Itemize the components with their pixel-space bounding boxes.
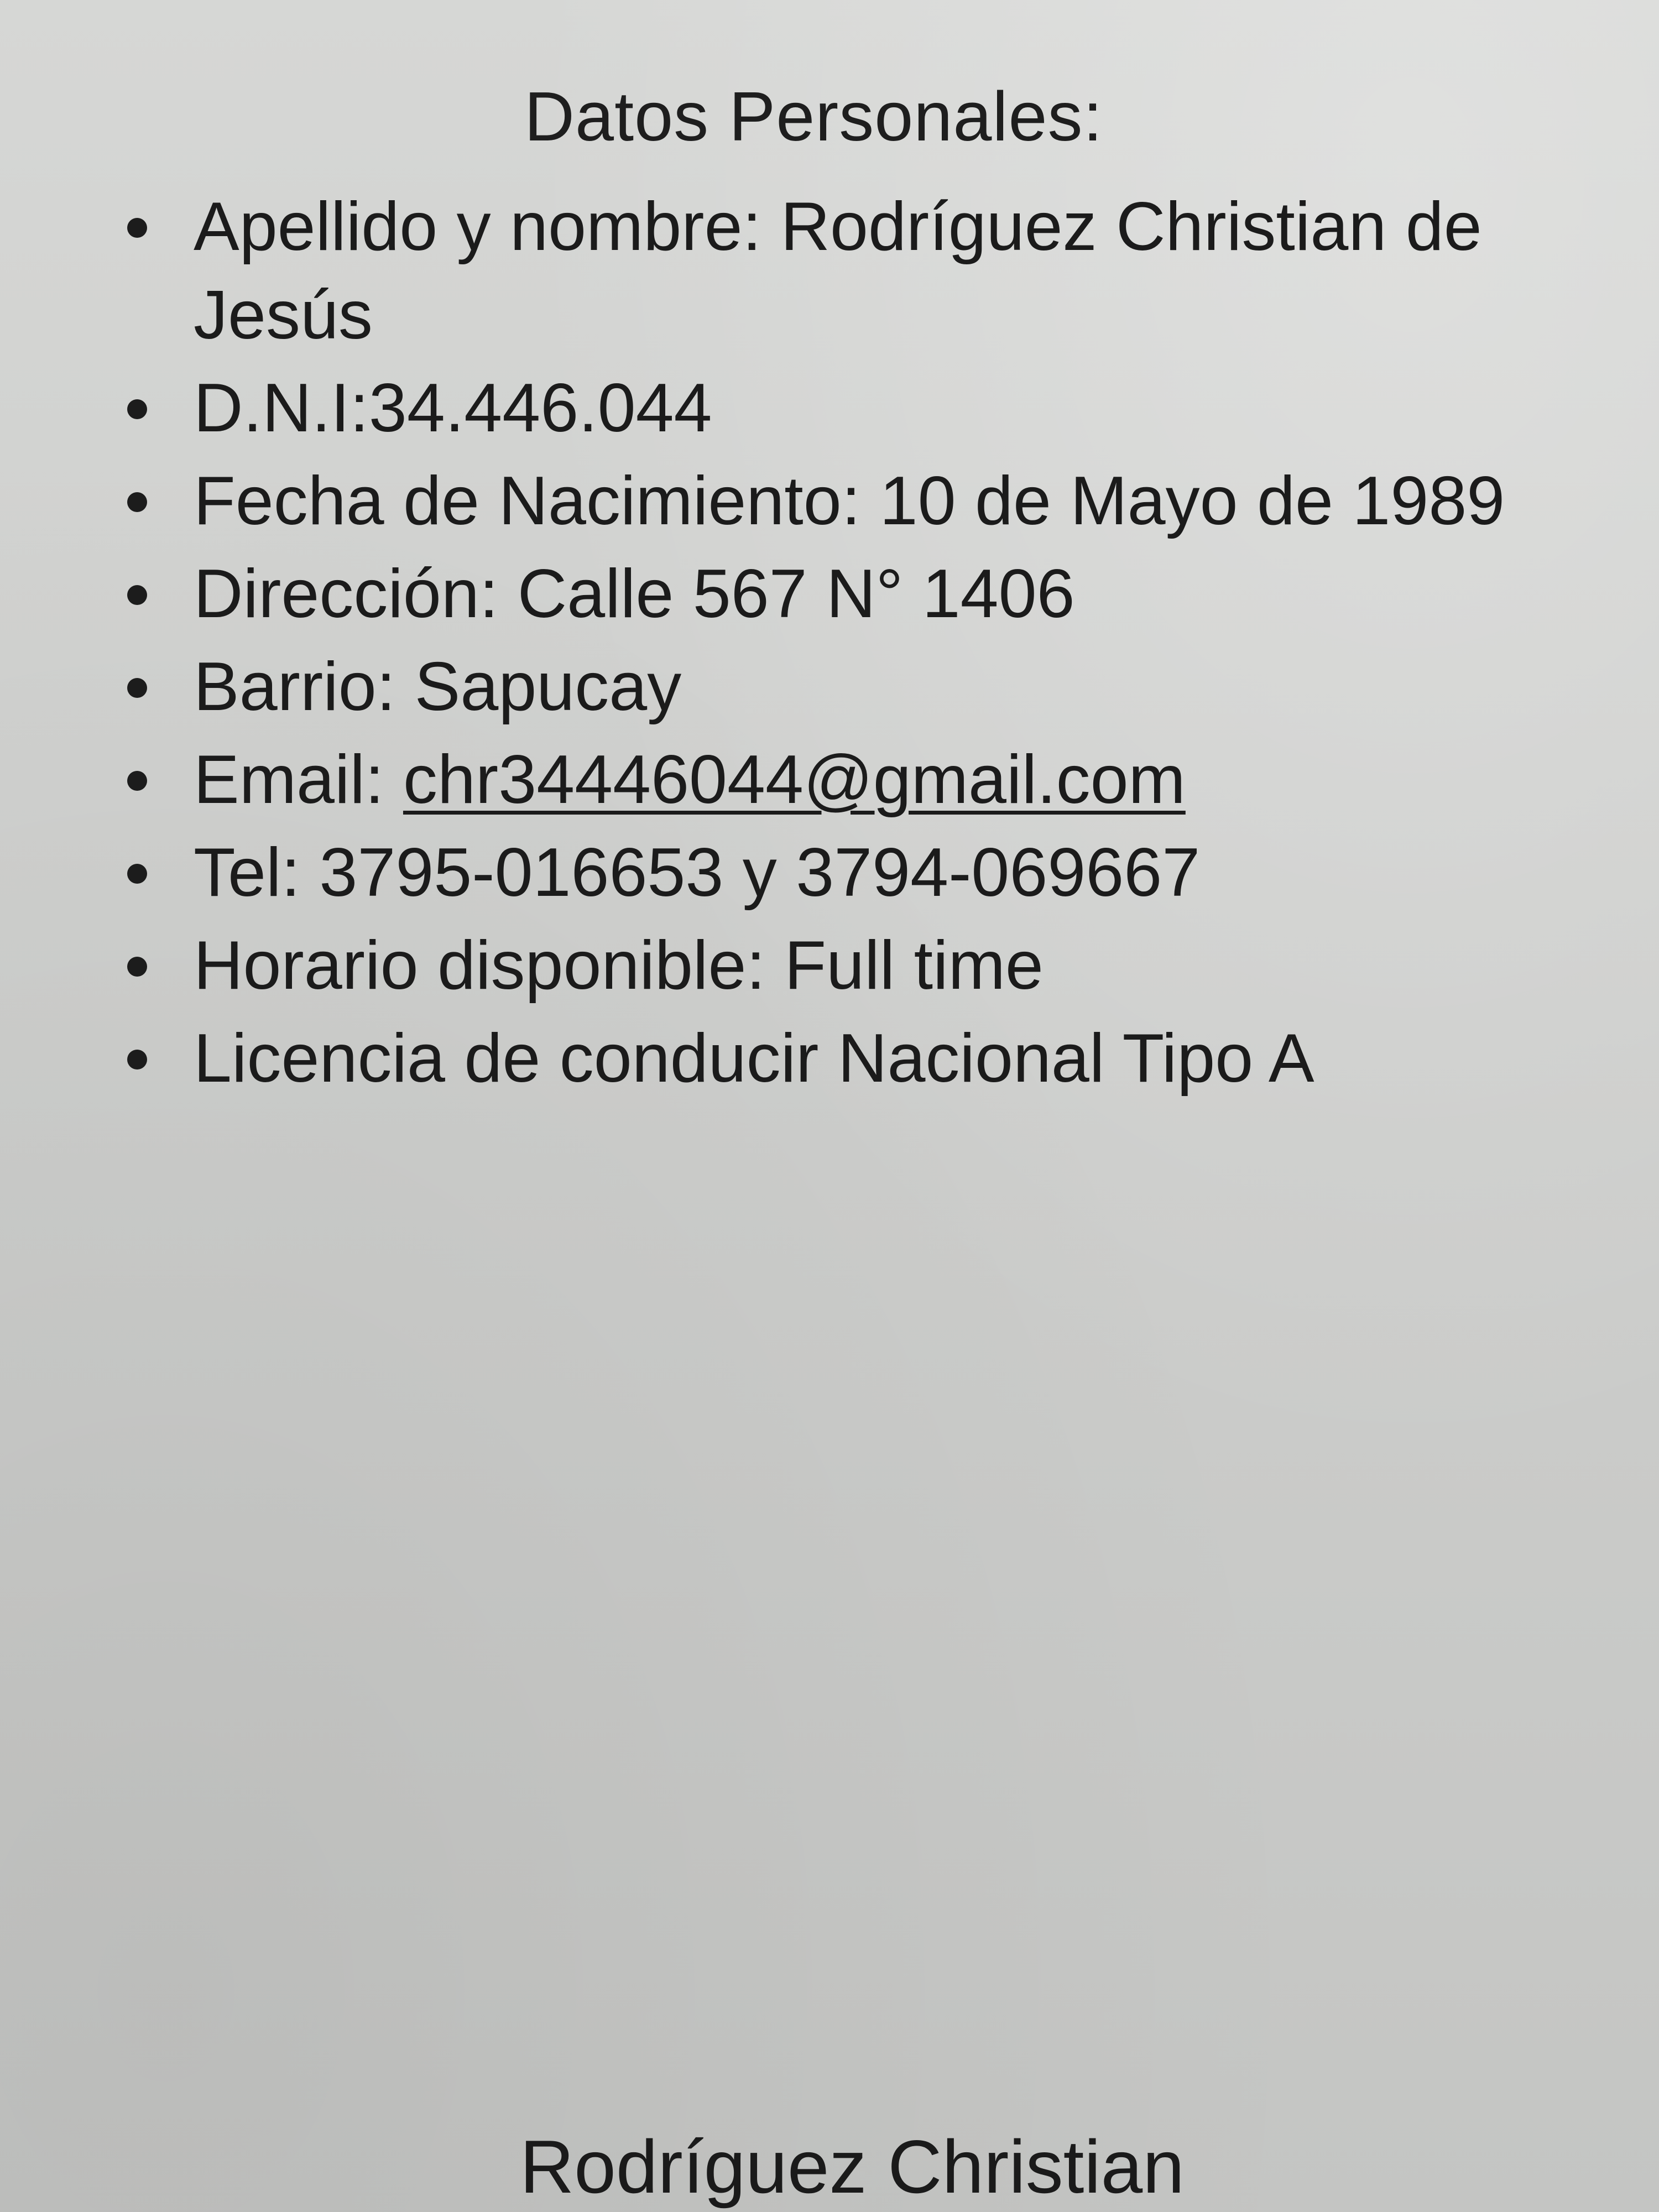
list-item-birthdate: Fecha de Nacimiento: 10 de Mayo de 1989 [111,457,1631,545]
bullet-icon [127,1050,147,1070]
item-label: Tel: [194,834,300,911]
document-page: Datos Personales: Apellido y nombre: Rod… [0,0,1659,2212]
item-label: Email: [194,742,384,818]
bullet-icon [127,218,147,238]
email-link[interactable]: chr34446044@gmail.com [403,742,1186,818]
bullet-icon [127,678,147,698]
item-label: Fecha de Nacimiento: [194,463,861,539]
list-item-name: Apellido y nombre: Rodríguez Christian d… [111,182,1631,359]
item-label: Barrio: [194,649,396,725]
item-value: 34.446.044 [368,370,712,446]
item-value: 3795-016653 y 3794-069667 [319,834,1201,911]
item-value: Calle 567 N° 1406 [517,556,1075,632]
list-item-address: Dirección: Calle 567 N° 1406 [111,550,1631,638]
item-value: Licencia de conducir Nacional Tipo A [194,1020,1314,1097]
bullet-icon [127,492,147,512]
item-label: Dirección: [194,556,499,632]
bullet-icon [127,399,147,419]
bullet-icon [127,771,147,791]
item-value: Sapucay [414,649,682,725]
footer-name: Rodríguez Christian [520,2125,1185,2209]
item-value: 10 de Mayo de 1989 [879,463,1505,539]
item-label: Apellido y nombre: [194,189,761,265]
list-item-email: Email: chr34446044@gmail.com [111,735,1631,824]
section-heading: Datos Personales: [524,77,1103,155]
item-label: Horario disponible: [194,927,765,1004]
item-label: D.N.I: [194,370,369,446]
list-item-license: Licencia de conducir Nacional Tipo A [111,1014,1631,1103]
bullet-icon [127,957,147,977]
bullet-icon [127,585,147,605]
list-item-schedule: Horario disponible: Full time [111,921,1631,1010]
list-item-phone: Tel: 3795-016653 y 3794-069667 [111,828,1631,917]
personal-data-list: Apellido y nombre: Rodríguez Christian d… [111,182,1631,1107]
item-value: Full time [784,927,1044,1004]
list-item-neighborhood: Barrio: Sapucay [111,643,1631,731]
bullet-icon [127,864,147,884]
list-item-dni: D.N.I:34.446.044 [111,364,1631,452]
